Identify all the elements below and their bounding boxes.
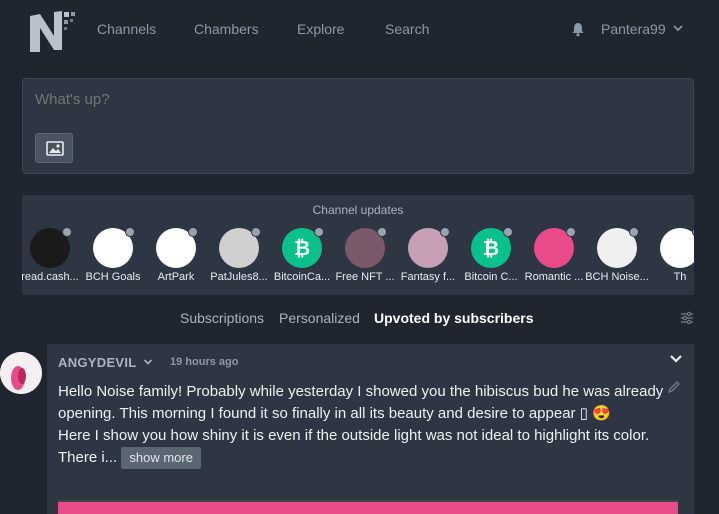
post-author[interactable]: ANGYDEVIL [58, 355, 137, 370]
svg-text:₿: ₿ [483, 236, 499, 260]
channel-label: BCH Noise... [585, 271, 649, 283]
channel-item[interactable]: ₿ Bitcoin C... [457, 227, 525, 283]
channel-avatar [660, 227, 694, 268]
channel-item[interactable]: read.cash... [22, 227, 84, 283]
channel-label: BCH Goals [85, 271, 141, 283]
nav-explore[interactable]: Explore [297, 21, 344, 37]
update-dot [629, 227, 639, 237]
channel-item[interactable]: ArtPark [142, 227, 210, 283]
channel-item[interactable]: Fantasy f... [394, 227, 462, 283]
channel-avatar: ₿ [282, 227, 324, 268]
chevron-down-icon[interactable] [672, 22, 684, 34]
channel-avatar [534, 227, 576, 268]
channel-label: BitcoinCa... [273, 271, 331, 283]
update-dot [377, 227, 387, 237]
collapse-chevron-icon[interactable] [669, 353, 683, 365]
nav-channels[interactable]: Channels [97, 21, 156, 37]
bell-icon[interactable] [571, 22, 585, 37]
channel-label: Bitcoin C... [464, 271, 518, 283]
channel-avatar [219, 227, 261, 268]
add-image-button[interactable] [35, 133, 73, 163]
filter-icon[interactable] [680, 311, 694, 325]
avatar[interactable] [0, 352, 42, 394]
channel-label: Fantasy f... [400, 271, 456, 283]
image-icon [46, 141, 64, 156]
tab-personalized[interactable]: Personalized [279, 310, 360, 326]
channel-label: Th [673, 271, 687, 283]
channel-label: Romantic ... [524, 271, 584, 283]
channel-avatar [408, 227, 450, 268]
channel-label: ArtPark [157, 271, 195, 283]
channel-label: Free NFT ... [335, 271, 395, 283]
update-dot [692, 227, 694, 237]
feed-post: ANGYDEVIL 19 hours ago Hello Noise famil… [47, 344, 694, 514]
channel-avatar: ₿ [471, 227, 513, 268]
channel-avatar [156, 227, 198, 268]
channel-item[interactable]: Romantic ... [520, 227, 588, 283]
update-dot [314, 227, 324, 237]
channel-updates-title: Channel updates [312, 203, 404, 217]
channel-label: read.cash... [22, 271, 79, 283]
channel-updates: Channel updates read.cash... BCH Goals Art… [22, 195, 694, 295]
post-body: Hello Noise family! Probably while yeste… [58, 381, 678, 470]
update-dot [251, 227, 261, 237]
update-dot [440, 227, 450, 237]
post-timestamp[interactable]: 19 hours ago [170, 356, 238, 368]
post-composer [22, 78, 694, 174]
user-menu[interactable]: Pantera99 [601, 21, 666, 37]
post-image[interactable] [58, 500, 678, 514]
noise-logo[interactable] [28, 6, 78, 54]
svg-text:₿: ₿ [294, 236, 310, 260]
update-dot [62, 227, 72, 237]
channel-avatar [93, 227, 135, 268]
channel-item[interactable]: ₿ BitcoinCa... [268, 227, 336, 283]
tab-upvoted[interactable]: Upvoted by subscribers [374, 310, 534, 326]
channel-item[interactable]: Th [646, 227, 694, 283]
channel-label: PatJules8... [210, 271, 268, 283]
update-dot [125, 227, 135, 237]
tab-subscriptions[interactable]: Subscriptions [180, 310, 264, 326]
channel-avatar [30, 227, 72, 268]
composer-input[interactable] [35, 91, 675, 108]
channel-item[interactable]: PatJules8... [205, 227, 273, 283]
channel-item[interactable]: BCH Noise... [583, 227, 651, 283]
channel-item[interactable]: Free NFT ... [331, 227, 399, 283]
chevron-down-icon[interactable] [143, 357, 153, 367]
update-dot [503, 227, 513, 237]
update-dot [566, 227, 576, 237]
channel-avatar [345, 227, 387, 268]
nav-search[interactable]: Search [385, 21, 429, 37]
channel-item[interactable]: BCH Goals [79, 227, 147, 283]
channel-avatar [597, 227, 639, 268]
show-more-button[interactable]: show more [121, 447, 201, 470]
nav-chambers[interactable]: Chambers [194, 21, 259, 37]
update-dot [188, 227, 198, 237]
top-nav: Channels Chambers Explore Search Pantera… [0, 0, 719, 60]
